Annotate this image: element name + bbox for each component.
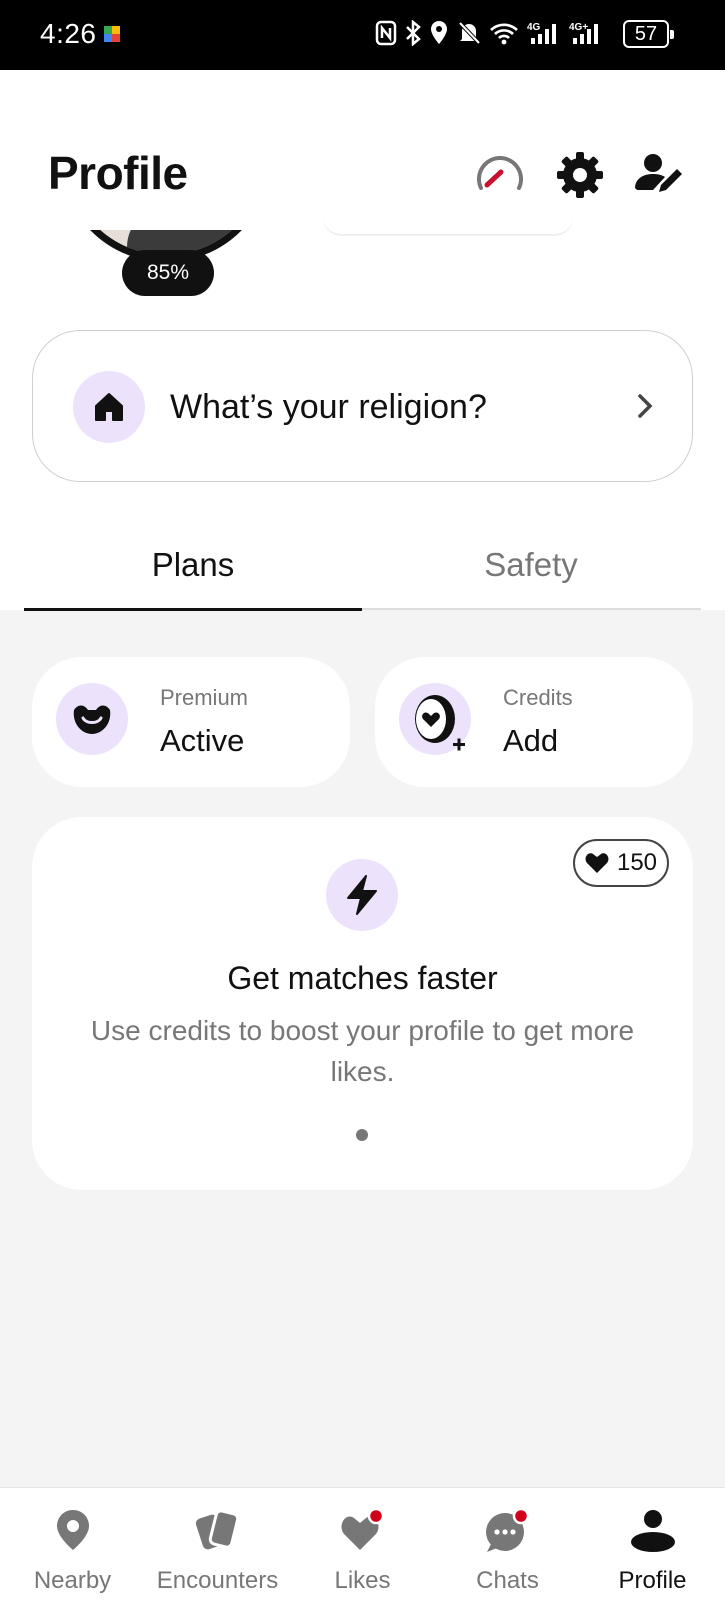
carousel-indicator bbox=[356, 1129, 368, 1141]
status-bar: 4:26 4G 4G+ 57 bbox=[0, 0, 725, 70]
gear-icon[interactable] bbox=[555, 150, 605, 200]
premium-label: Premium bbox=[160, 685, 249, 710]
premium-smile-icon bbox=[56, 683, 128, 755]
boost-title: Get matches faster bbox=[227, 960, 498, 996]
nav-label-encounters: Encounters bbox=[156, 1567, 279, 1594]
battery-indicator: 57 bbox=[623, 20, 674, 48]
heart-icon bbox=[585, 853, 609, 873]
cards-icon bbox=[195, 1509, 239, 1550]
location-icon bbox=[431, 21, 447, 44]
lightning-icon bbox=[326, 859, 398, 931]
edit-profile-icon[interactable] bbox=[635, 150, 685, 200]
plans-safety-tabs: Plans Safety bbox=[24, 540, 701, 611]
nav-item-likes[interactable]: Likes bbox=[290, 1488, 435, 1600]
premium-card[interactable]: Premium Active bbox=[32, 657, 350, 787]
tab-safety[interactable]: Safety bbox=[362, 540, 700, 610]
profile-completion-badge: 85% bbox=[122, 250, 214, 296]
nav-label-likes: Likes bbox=[334, 1567, 391, 1594]
app-notification-icon bbox=[104, 26, 120, 42]
signal-4g-icon: 4G bbox=[527, 22, 556, 44]
speedometer-icon[interactable] bbox=[475, 150, 525, 200]
status-time: 4:26 bbox=[40, 18, 97, 49]
wifi-icon bbox=[490, 23, 518, 45]
nav-label-profile: Profile bbox=[618, 1567, 687, 1594]
house-icon bbox=[73, 371, 145, 443]
prompt-text: What’s your religion? bbox=[170, 388, 487, 426]
nav-label-chats: Chats bbox=[476, 1567, 539, 1594]
credit-balance-pill: 150 bbox=[573, 839, 669, 887]
credits-coin-icon bbox=[399, 683, 471, 755]
premium-status: Active bbox=[160, 723, 245, 758]
profile-card-edge bbox=[322, 216, 574, 236]
signal-4g-plus-icon: 4G+ bbox=[569, 22, 598, 44]
status-icons: 4G 4G+ bbox=[375, 20, 605, 46]
page-title: Profile bbox=[48, 147, 188, 199]
chat-bubble-icon bbox=[485, 1508, 529, 1552]
boost-description: Use credits to boost your profile to get… bbox=[90, 1015, 635, 1087]
boost-card[interactable]: 150 Get matches faster Use credits to bo… bbox=[32, 817, 693, 1190]
mute-bell-icon bbox=[458, 21, 481, 45]
nav-item-chats[interactable]: Chats bbox=[435, 1488, 580, 1600]
religion-prompt-card[interactable]: What’s your religion? bbox=[32, 330, 693, 482]
credits-add: Add bbox=[503, 723, 559, 758]
credit-balance: 150 bbox=[616, 849, 658, 876]
nav-item-profile[interactable]: Profile bbox=[580, 1488, 725, 1600]
bottom-nav: Nearby Encounters Likes Chats Profile bbox=[0, 1487, 725, 1600]
svg-text:4G: 4G bbox=[527, 22, 541, 33]
credits-label: Credits bbox=[503, 685, 573, 710]
credits-card[interactable]: Credits Add bbox=[375, 657, 693, 787]
nav-item-encounters[interactable]: Encounters bbox=[145, 1488, 290, 1600]
chevron-right-icon bbox=[638, 394, 653, 418]
nav-item-nearby[interactable]: Nearby bbox=[0, 1488, 145, 1600]
bluetooth-icon bbox=[406, 20, 421, 46]
svg-text:4G+: 4G+ bbox=[569, 22, 588, 33]
person-icon bbox=[630, 1510, 675, 1552]
tab-plans[interactable]: Plans bbox=[24, 540, 362, 611]
nfc-icon bbox=[375, 20, 397, 46]
location-pin-icon bbox=[56, 1510, 89, 1550]
heart-icon bbox=[340, 1508, 384, 1550]
nav-label-nearby: Nearby bbox=[33, 1567, 112, 1594]
